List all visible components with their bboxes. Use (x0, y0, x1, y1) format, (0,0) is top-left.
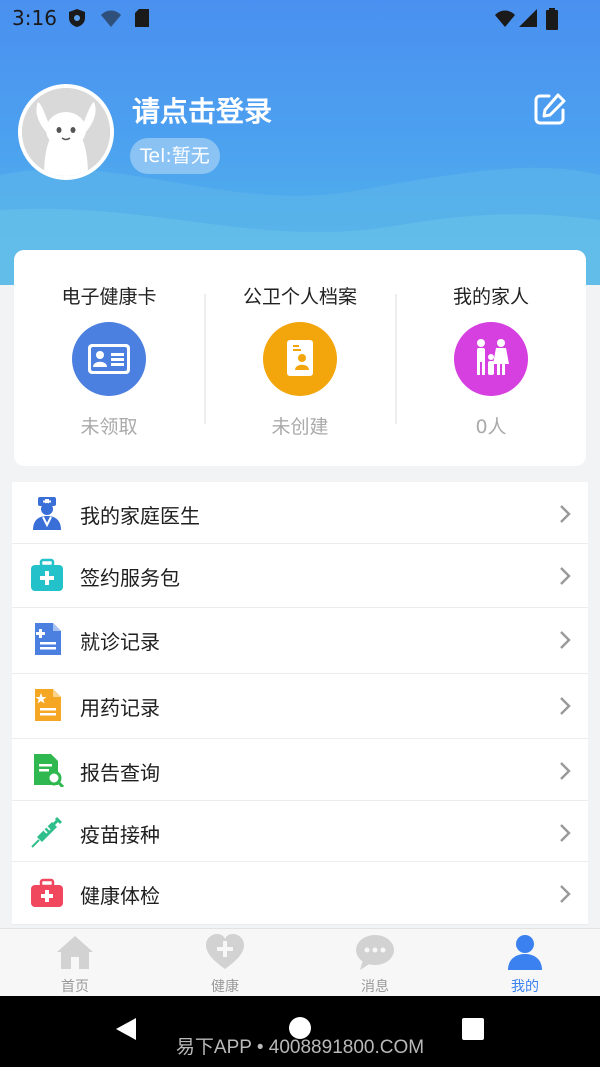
tab-label: 我的 (511, 979, 539, 995)
card-status: 未创建 (271, 416, 329, 438)
medication-record-icon (35, 689, 61, 721)
list-item-label: 疫苗接种 (80, 823, 160, 847)
list-item-report-search[interactable]: 报告查询 (12, 739, 588, 801)
watermark-text: 易下APP • 4008891800.COM (175, 1037, 425, 1058)
message-icon (356, 935, 394, 970)
chevron-right-icon (560, 824, 571, 842)
list-item-medication-record[interactable]: 用药记录 (12, 674, 588, 739)
tab-health[interactable]: 健康 (150, 929, 300, 997)
service-menu-list: 我的家庭医生 签约服务包 就诊记录 用药记录 报告查询 疫苗接种 健康体检 (12, 482, 588, 925)
list-item-visit-record[interactable]: 就诊记录 (12, 608, 588, 674)
family-icon (454, 322, 528, 396)
personal-record-icon (263, 322, 337, 396)
card-my-family[interactable]: 我的家人 0人 (396, 250, 586, 466)
system-navigation-bar: 易下APP • 4008891800.COM (0, 996, 600, 1067)
visit-record-icon (35, 623, 61, 655)
cellular-signal-icon (519, 9, 537, 27)
chevron-right-icon (560, 505, 571, 523)
list-item-family-doctor[interactable]: 我的家庭医生 (12, 482, 588, 544)
health-card-icon (72, 322, 146, 396)
chevron-right-icon (560, 567, 571, 585)
card-title: 公卫个人档案 (242, 286, 357, 308)
card-status: 0人 (475, 416, 507, 438)
wifi-unknown-icon (101, 10, 121, 27)
card-personal-record[interactable]: 公卫个人档案 未创建 (205, 250, 395, 466)
checkup-kit-icon (31, 878, 63, 907)
tab-label: 首页 (61, 979, 89, 995)
report-search-icon (34, 754, 64, 787)
wifi-icon (495, 10, 515, 27)
card-title: 电子健康卡 (61, 286, 157, 308)
default-avatar-icon (22, 88, 110, 176)
list-item-label: 就诊记录 (80, 630, 160, 654)
doctor-icon (33, 497, 61, 530)
quick-cards-panel: 电子健康卡 未领取 公卫个人档案 未创建 我的家人 0人 (14, 250, 586, 466)
tab-label: 健康 (211, 979, 239, 995)
login-prompt[interactable]: 请点击登录 (132, 90, 272, 130)
list-item-label: 用药记录 (80, 696, 160, 720)
sd-card-icon (135, 9, 149, 27)
list-item-service-package[interactable]: 签约服务包 (12, 544, 588, 608)
chevron-right-icon (560, 631, 571, 649)
card-health-card[interactable]: 电子健康卡 未领取 (14, 250, 204, 466)
status-bar: 3:16 (0, 0, 600, 36)
status-time: 3:16 (12, 6, 57, 30)
profile-icon (508, 935, 542, 970)
tab-label: 消息 (361, 979, 389, 995)
chevron-right-icon (560, 762, 571, 780)
avatar[interactable] (18, 84, 114, 180)
battery-icon (546, 8, 558, 30)
card-status: 未领取 (80, 416, 138, 438)
tab-mine[interactable]: 我的 (450, 929, 600, 997)
medical-kit-icon (31, 558, 63, 591)
chevron-right-icon (560, 885, 571, 903)
card-title: 我的家人 (452, 286, 529, 308)
shield-icon (69, 9, 85, 27)
edit-icon[interactable] (533, 92, 567, 126)
list-item-vaccination[interactable]: 疫苗接种 (12, 801, 588, 862)
tab-messages[interactable]: 消息 (300, 929, 450, 997)
bottom-tab-bar: 首页 健康 消息 我的 (0, 928, 600, 996)
list-item-health-checkup[interactable]: 健康体检 (12, 862, 588, 925)
home-icon (57, 936, 93, 969)
list-item-label: 健康体检 (80, 884, 160, 908)
list-item-label: 我的家庭医生 (80, 504, 200, 528)
profile-header: 3:16 请点击登录 Tel:暂无 (0, 0, 600, 285)
health-heart-icon (206, 934, 244, 969)
list-item-label: 签约服务包 (80, 566, 180, 590)
phone-badge: Tel:暂无 (130, 138, 220, 174)
chevron-right-icon (560, 697, 571, 715)
tab-home[interactable]: 首页 (0, 929, 150, 997)
syringe-icon (31, 816, 63, 848)
list-item-label: 报告查询 (80, 761, 160, 785)
